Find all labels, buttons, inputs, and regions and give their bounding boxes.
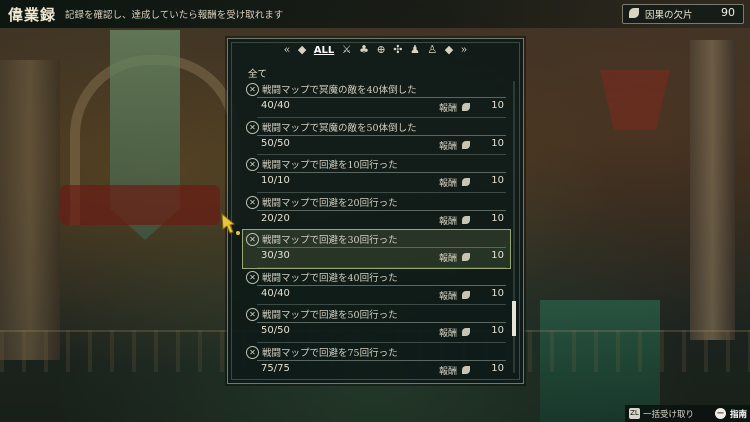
- reward-label: 報酬: [439, 291, 458, 302]
- achievement-progress: 40/40: [261, 287, 290, 299]
- achievement-row[interactable]: ✕ 戦闘マップで回避を10回行った 10/10 報酬 10: [243, 155, 510, 193]
- achievement-panel: « ◆ ALL ⚔ ♣ ⊕ ✣ ♟ ♙ ◆ » 全て ✕ 戦闘マップで冥魔の敵を…: [227, 38, 524, 384]
- divider: [257, 322, 506, 323]
- page-subtitle: 記録を確認し、達成していたら報酬を受け取れます: [65, 10, 284, 21]
- reward-label: 報酬: [439, 366, 458, 377]
- achievement-name: 戦闘マップで冥魔の敵を40体倒した: [262, 85, 417, 96]
- currency-value: 90: [721, 6, 735, 19]
- tab-all[interactable]: ALL: [314, 45, 334, 56]
- minus-button-icon: −: [715, 408, 726, 419]
- reward-label: 報酬: [439, 329, 458, 339]
- achievement-name: 戦闘マップで冥魔の敵を50体倒した: [262, 122, 417, 134]
- target-icon[interactable]: ⊕: [377, 43, 386, 56]
- background-pillar-right: [690, 40, 735, 340]
- person-icon[interactable]: ♙: [427, 43, 437, 56]
- leaf-icon: [462, 103, 470, 111]
- achievement-row[interactable]: ✕ 戦闘マップで回避を20回行った 20/20 報酬 10: [243, 193, 510, 230]
- close-circle-icon: ✕: [246, 345, 259, 359]
- achievement-progress: 50/50: [261, 325, 290, 336]
- guide-button[interactable]: 指南: [730, 408, 747, 420]
- achievement-list: ✕ 戦闘マップで冥魔の敵を40体倒した 40/40 報酬 10 ✕ 戦闘マップで…: [242, 80, 511, 380]
- close-circle-icon: ✕: [246, 233, 259, 246]
- achievement-row[interactable]: ✕ 戦闘マップで回避を75回行った 75/75 報酬 10: [243, 343, 510, 380]
- leaf-icon: [462, 140, 470, 149]
- close-circle-icon: ✕: [246, 195, 259, 209]
- achievement-progress: 50/50: [261, 137, 290, 149]
- category-label: 全て: [248, 69, 268, 80]
- reward-label: 報酬: [439, 216, 458, 227]
- pouch-icon[interactable]: ♟: [410, 43, 420, 56]
- leaf-icon: [629, 8, 639, 18]
- divider: [257, 97, 506, 98]
- group-icon[interactable]: ♣: [359, 43, 369, 56]
- close-circle-icon: ✕: [246, 120, 259, 134]
- achievement-row[interactable]: ✕ 戦闘マップで冥魔の敵を50体倒した 50/50 報酬 10: [243, 118, 510, 155]
- currency-display: 因果の欠片 90: [622, 4, 744, 24]
- leaf-icon: [462, 365, 470, 374]
- reward-value: 10: [491, 175, 504, 186]
- achievement-name: 戦闘マップで回避を50回行った: [262, 310, 398, 321]
- leaf-icon: [462, 253, 470, 261]
- achievement-row[interactable]: ✕ 戦闘マップで冥魔の敵を40体倒した 40/40 報酬 10: [243, 80, 510, 118]
- top-bar: 偉業録 記録を確認し、達成していたら報酬を受け取れます 因果の欠片 90: [0, 0, 750, 28]
- achievement-name: 戦闘マップで回避を75回行った: [262, 347, 398, 359]
- reward-label: 報酬: [439, 179, 458, 189]
- background-pillar-left: [0, 60, 60, 360]
- achievement-row[interactable]: ✕ 戦闘マップで回避を50回行った 50/50 報酬 10: [243, 305, 510, 343]
- filter-ornament-icon: ◆: [297, 43, 307, 56]
- achievement-name: 戦闘マップで回避を20回行った: [262, 197, 398, 209]
- divider: [257, 134, 506, 136]
- divider: [257, 284, 506, 286]
- claim-all-button[interactable]: 一括受け取り: [643, 408, 694, 420]
- reward-value: 10: [491, 212, 504, 224]
- pointer-cursor-icon: [221, 212, 240, 235]
- achievement-progress: 10/10: [261, 175, 290, 186]
- reward-value: 10: [491, 100, 504, 111]
- achievement-row-selected[interactable]: ✕ 戦闘マップで回避を30回行った 30/30 報酬 10: [242, 229, 511, 269]
- reward-label: 報酬: [439, 141, 458, 152]
- page-title: 偉業録: [8, 6, 57, 24]
- currency-label: 因果の欠片: [645, 10, 693, 21]
- scrollbar-thumb[interactable]: [512, 301, 516, 336]
- reward-label: 報酬: [439, 104, 458, 114]
- chevron-left-icon[interactable]: «: [284, 43, 291, 56]
- achievement-name: 戦闘マップで回避を40回行った: [262, 272, 398, 284]
- filter-tab-bar: « ◆ ALL ⚔ ♣ ⊕ ✣ ♟ ♙ ◆ »: [228, 43, 523, 61]
- reward-value: 10: [491, 250, 504, 261]
- reward-value: 10: [491, 287, 504, 299]
- achievement-name: 戦闘マップで回避を30回行った: [262, 235, 398, 246]
- divider: [257, 379, 506, 380]
- crossed-swords-icon[interactable]: ⚔: [342, 43, 352, 56]
- achievement-row[interactable]: ✕ 戦闘マップで回避を40回行った 40/40 報酬 10: [243, 268, 510, 305]
- reward-label: 報酬: [439, 254, 458, 264]
- close-circle-icon: ✕: [246, 270, 259, 284]
- divider: [257, 209, 506, 211]
- leaf-icon: [462, 178, 470, 186]
- chevron-right-icon[interactable]: »: [461, 43, 468, 56]
- reward-value: 10: [491, 137, 504, 149]
- reward-value: 10: [491, 325, 504, 336]
- achievement-name: 戦闘マップで回避を10回行った: [262, 160, 398, 171]
- close-circle-icon: ✕: [246, 308, 259, 321]
- achievement-progress: 30/30: [261, 250, 290, 261]
- divider: [257, 359, 506, 361]
- zl-button-icon: ZL: [629, 408, 640, 419]
- background-banner-red: [600, 70, 670, 130]
- filter-ornament-icon: ◆: [444, 43, 454, 56]
- leaf-icon: [462, 290, 470, 299]
- divider: [257, 247, 506, 248]
- reward-value: 10: [491, 362, 504, 374]
- leaf-icon: [462, 328, 470, 336]
- compass-icon[interactable]: ✣: [393, 43, 402, 56]
- close-circle-icon: ✕: [246, 158, 259, 171]
- close-circle-icon: ✕: [246, 83, 259, 96]
- achievement-progress: 20/20: [261, 212, 290, 224]
- leaf-icon: [462, 215, 470, 224]
- bottom-button-bar: ZL 一括受け取り − 指南: [625, 405, 750, 422]
- background-red-cloth: [60, 185, 220, 225]
- achievement-progress: 75/75: [261, 362, 290, 374]
- achievement-progress: 40/40: [261, 100, 290, 111]
- divider: [257, 172, 506, 173]
